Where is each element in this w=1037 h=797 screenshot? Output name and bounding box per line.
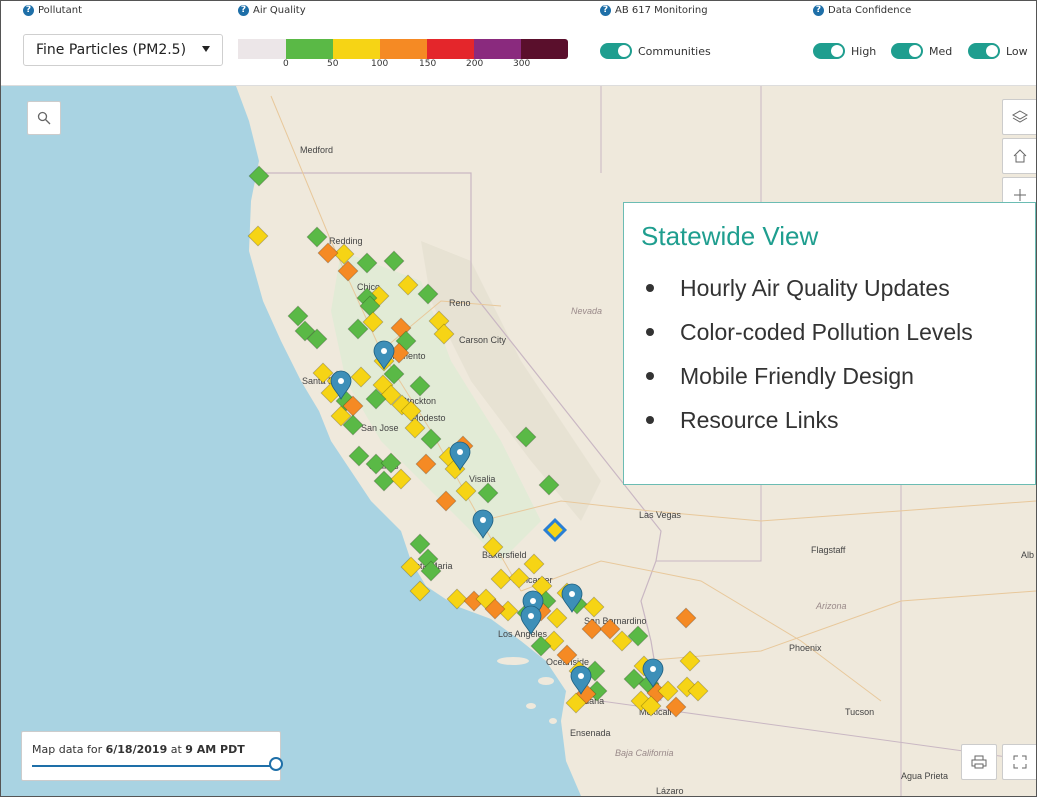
print-icon — [971, 755, 987, 769]
print-button[interactable] — [961, 744, 997, 780]
pin-dot — [578, 673, 584, 679]
aq-scale-band — [380, 39, 427, 59]
aq-scale-band — [521, 39, 568, 59]
toggle-switch[interactable] — [600, 43, 632, 59]
aq-scale-band — [427, 39, 474, 59]
map-date-panel: Map data for 6/18/2019 at 9 AM PDT — [21, 731, 283, 781]
aq-tick: 100 — [371, 59, 389, 69]
feature-item: Mobile Friendly Design — [646, 354, 1035, 398]
feature-item: Resource Links — [646, 398, 1035, 442]
pin-dot — [338, 378, 344, 384]
home-button[interactable] — [1002, 138, 1036, 174]
city-label: Medford — [300, 145, 333, 155]
channel-island — [526, 703, 536, 709]
confidence-high-toggle[interactable]: High — [813, 43, 876, 59]
pin-dot — [480, 517, 486, 523]
channel-island — [538, 677, 554, 685]
pin-dot — [528, 613, 534, 619]
pin-dot — [650, 666, 656, 672]
region-label: Nevada — [571, 306, 602, 316]
aq-scale-band — [333, 39, 380, 59]
city-label: Phoenix — [789, 643, 822, 653]
aq-tick: 200 — [466, 59, 484, 69]
pin-dot — [381, 348, 387, 354]
help-icon[interactable]: ? — [600, 5, 611, 16]
feature-list: Hourly Air Quality Updates Color-coded P… — [646, 266, 1035, 442]
city-label: Redding — [329, 236, 363, 246]
home-icon — [1013, 149, 1027, 163]
air-quality-label: ? Air Quality — [238, 5, 306, 16]
channel-island — [549, 718, 557, 724]
confidence-label: ? Data Confidence — [813, 5, 911, 16]
city-label: San Jose — [361, 423, 399, 433]
region-label: Baja California — [615, 748, 674, 758]
region-label: Arizona — [815, 601, 847, 611]
confidence-med-toggle[interactable]: Med — [891, 43, 952, 59]
chevron-down-icon — [202, 46, 210, 52]
app-frame: ? Pollutant Fine Particles (PM2.5) ? Air… — [0, 0, 1037, 797]
help-icon[interactable]: ? — [813, 5, 824, 16]
city-label: Tucson — [845, 707, 874, 717]
air-quality-scale — [238, 39, 568, 59]
map-search-button[interactable] — [27, 101, 61, 135]
city-label: Ensenada — [570, 728, 611, 738]
toggle-switch[interactable] — [891, 43, 923, 59]
confidence-low-toggle[interactable]: Low — [968, 43, 1028, 59]
pin-dot — [457, 449, 463, 455]
controls-bar: ? Pollutant Fine Particles (PM2.5) ? Air… — [1, 1, 1036, 86]
layers-icon — [1012, 110, 1028, 123]
city-label: Agua Prieta — [901, 771, 948, 781]
layers-button[interactable] — [1002, 99, 1036, 135]
help-icon[interactable]: ? — [23, 5, 34, 16]
city-label: Reno — [449, 298, 471, 308]
time-slider-track[interactable] — [32, 765, 270, 767]
city-label: Flagstaff — [811, 545, 846, 555]
aq-tick: 300 — [513, 59, 531, 69]
city-label: Lázaro — [656, 786, 684, 796]
callout-title: Statewide View — [641, 221, 819, 251]
aq-scale-band — [286, 39, 333, 59]
time-slider-handle[interactable] — [269, 757, 283, 771]
toggle-switch[interactable] — [813, 43, 845, 59]
aq-tick: 150 — [419, 59, 437, 69]
search-icon — [37, 111, 51, 125]
city-label: Carson City — [459, 335, 507, 345]
pollutant-select[interactable]: Fine Particles (PM2.5) — [23, 34, 223, 66]
aq-tick: 50 — [327, 59, 339, 69]
aq-scale-band — [238, 39, 286, 59]
map-date-text: Map data for 6/18/2019 at 9 AM PDT — [32, 743, 245, 756]
pollutant-label: ? Pollutant — [23, 5, 82, 16]
feature-item: Color-coded Pollution Levels — [646, 310, 1035, 354]
feature-item: Hourly Air Quality Updates — [646, 266, 1035, 310]
toggle-switch[interactable] — [968, 43, 1000, 59]
help-icon[interactable]: ? — [238, 5, 249, 16]
communities-toggle[interactable]: Communities — [600, 43, 711, 59]
city-label: Visalia — [469, 474, 495, 484]
pin-dot — [530, 598, 536, 604]
pin-dot — [569, 591, 575, 597]
channel-island — [497, 657, 529, 665]
city-label: Las Vegas — [639, 510, 682, 520]
fullscreen-button[interactable] — [1002, 744, 1036, 780]
city-label: Alb — [1021, 550, 1034, 560]
aq-tick: 0 — [283, 59, 289, 69]
statewide-view-callout: Statewide View Hourly Air Quality Update… — [623, 202, 1036, 485]
plus-icon — [1014, 189, 1026, 201]
aq-scale-band — [474, 39, 521, 59]
ab617-label: ? AB 617 Monitoring — [600, 5, 708, 16]
fullscreen-icon — [1013, 755, 1027, 769]
